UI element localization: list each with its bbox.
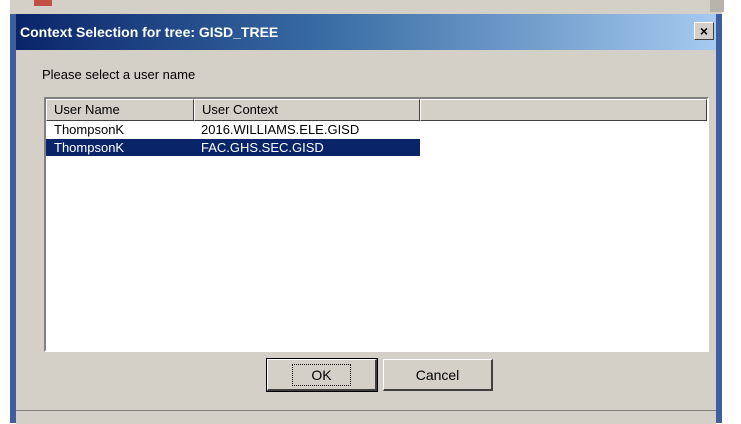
dialog-title-bar[interactable]: Context Selection for tree: GISD_TREE × (16, 14, 716, 50)
column-header-empty[interactable] (420, 99, 707, 121)
row-user-context: FAC.GHS.SEC.GISD (201, 140, 324, 155)
context-selection-dialog: Context Selection for tree: GISD_TREE × … (10, 14, 722, 424)
row-user-context: 2016.WILLIAMS.ELE.GISD (201, 122, 360, 137)
close-icon: × (699, 23, 709, 39)
background-scrollbar (710, 0, 724, 12)
cancel-button[interactable]: Cancel (383, 359, 493, 391)
row-user-name: ThompsonK (54, 122, 125, 137)
list-row-1[interactable]: ThompsonK 2016.WILLIAMS.ELE.GISD (46, 121, 420, 138)
list-row-2-selected[interactable]: ThompsonK FAC.GHS.SEC.GISD (46, 139, 420, 156)
user-context-list[interactable]: User Name User Context ThompsonK 2016.WI… (44, 97, 709, 352)
row-user-name: ThompsonK (54, 140, 125, 155)
list-header: User Name User Context (46, 99, 707, 121)
column-header-user-context[interactable]: User Context (194, 99, 420, 121)
close-button[interactable]: × (694, 22, 714, 40)
background-app-icon (34, 0, 52, 6)
select-user-prompt: Please select a user name (42, 67, 196, 82)
background-window-strip (10, 0, 722, 15)
cancel-button-label: Cancel (415, 366, 460, 383)
dialog-bottom-edge (16, 410, 716, 424)
column-header-user-name[interactable]: User Name (46, 99, 194, 121)
ok-button-label: OK (292, 363, 351, 386)
dialog-title: Context Selection for tree: GISD_TREE (20, 24, 279, 40)
ok-button[interactable]: OK (266, 358, 378, 392)
